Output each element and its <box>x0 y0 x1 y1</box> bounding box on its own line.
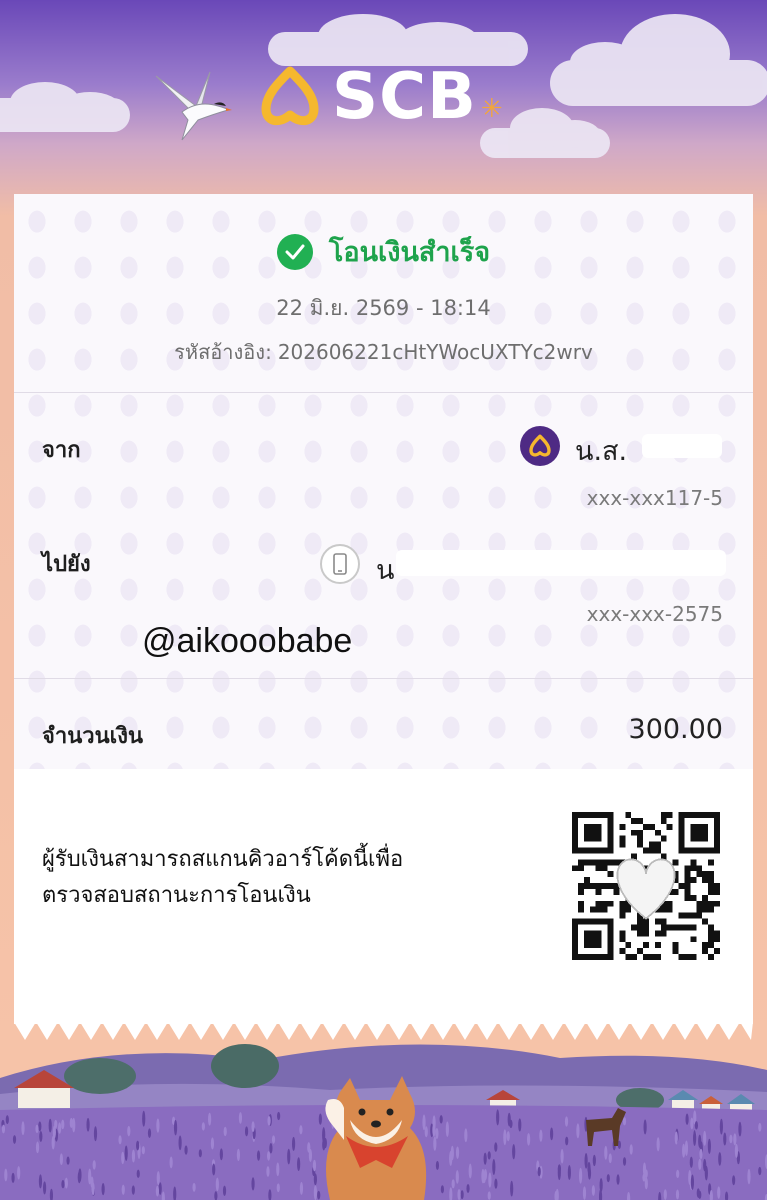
divider <box>14 678 753 679</box>
redaction <box>642 434 722 458</box>
scb-logo: SCB ✳ <box>258 60 503 134</box>
recipient-account: xxx-xxx-2575 <box>586 602 723 626</box>
transfer-receipt: โอนเงินสำเร็จ 22 มิ.ย. 2569 - 18:14 รหัส… <box>14 194 753 1040</box>
verification-qr-code[interactable] <box>572 812 720 960</box>
amount-value: 300.00 <box>628 714 723 745</box>
sparkle-icon: ✳ <box>480 94 503 124</box>
qr-instructions-line: ตรวจสอบสถานะการโอนเงิน <box>42 883 311 909</box>
bird-illustration <box>155 71 232 141</box>
cloud <box>550 14 767 106</box>
lavender-field-illustration <box>0 1044 767 1200</box>
sender-account: xxx-xxx117-5 <box>586 486 723 510</box>
status-row: โอนเงินสำเร็จ <box>14 230 753 273</box>
redaction <box>396 550 726 576</box>
check-icon <box>276 233 313 270</box>
qr-instructions-line: ผู้รับเงินสามารถสแกนคิวอาร์โค้ดนี้เพื่อ <box>42 847 404 872</box>
reference-value: 202606221cHtYWocUXTYc2wrv <box>277 340 593 364</box>
amount-label: จำนวนเงิน <box>42 724 143 749</box>
scb-bank-icon <box>520 426 560 466</box>
status-text: โอนเงินสำเร็จ <box>328 237 491 268</box>
cloud <box>480 108 610 158</box>
watermark-handle: @aikooobabe <box>142 622 353 660</box>
to-label: ไปยัง <box>42 552 91 577</box>
transfer-datetime: 22 มิ.ย. 2569 - 18:14 <box>276 296 491 320</box>
qr-instructions: ผู้รับเงินสามารถสแกนคิวอาร์โค้ดนี้เพื่อ … <box>42 842 482 915</box>
from-label: จาก <box>42 438 81 463</box>
reference-label: รหัสอ้างอิง: <box>174 340 272 364</box>
brand-name: SCB <box>332 60 477 134</box>
scb-emblem-icon <box>261 66 319 126</box>
reference-line: รหัสอ้างอิง: 202606221cHtYWocUXTYc2wrv <box>14 336 753 368</box>
sender-name: น.ส. <box>575 436 628 467</box>
mobile-phone-icon <box>320 544 360 584</box>
cloud <box>0 82 130 132</box>
divider <box>14 392 753 393</box>
